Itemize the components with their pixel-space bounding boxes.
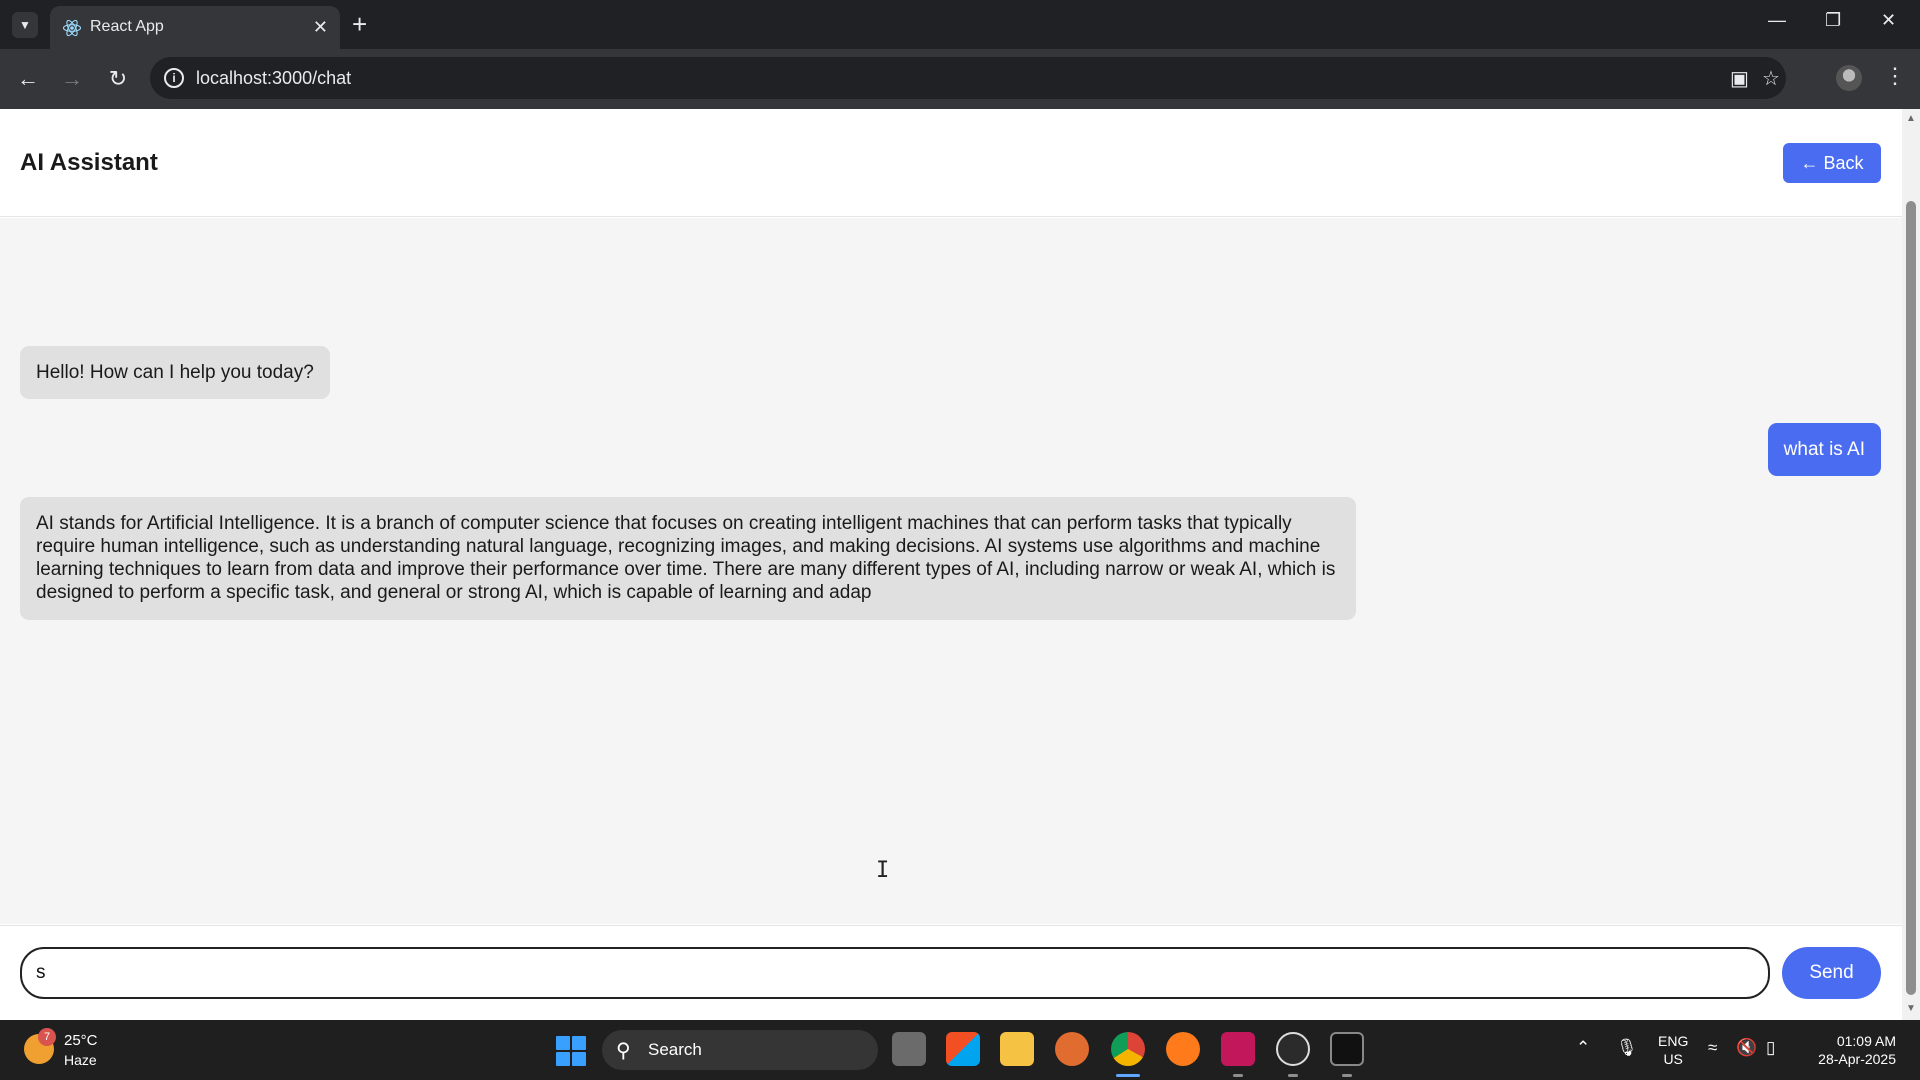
react-icon [62,19,82,37]
new-tab-icon[interactable]: + [352,10,367,38]
muted-speaker-icon[interactable]: 🔇 [1736,1038,1757,1058]
weather-badge: 7 [38,1028,56,1046]
windows-start-icon[interactable] [556,1036,586,1066]
scroll-thumb[interactable] [1906,201,1916,995]
intellij-icon[interactable] [1221,1032,1255,1066]
bot-message: Hello! How can I help you today? [20,346,330,399]
close-window-icon[interactable]: ✕ [1881,10,1896,31]
url-text[interactable]: localhost:3000/chat [196,68,351,89]
bot-message: AI stands for Artificial Intelligence. I… [20,497,1356,620]
browser-toolbar: ← → ↻ i localhost:3000/chat ▣ ☆ ⋮ [0,49,1920,109]
back-button[interactable]: ← Back [1783,143,1881,183]
task-view-icon[interactable] [892,1032,926,1066]
tab-search-button[interactable]: ▼ [12,12,38,38]
date: 28-Apr-2025 [1818,1051,1896,1067]
app-icon[interactable] [1276,1032,1310,1066]
file-explorer-icon[interactable] [1000,1032,1034,1066]
chevron-down-icon: ▼ [19,18,31,32]
restore-icon[interactable]: ❐ [1825,10,1841,31]
lang-line1: ENG [1658,1033,1689,1049]
page-scrollbar[interactable]: ▲ ▼ [1902,109,1920,1020]
weather-condition[interactable]: Haze [64,1052,97,1068]
star-icon[interactable]: ☆ [1762,66,1780,91]
forward-arrow-icon[interactable]: → [58,65,86,93]
store-icon[interactable] [946,1032,980,1066]
address-bar[interactable]: i localhost:3000/chat ▣ ☆ [150,57,1786,99]
page-title: AI Assistant [20,149,158,176]
avatar[interactable] [1836,65,1862,91]
search-label: Search [648,1040,702,1059]
running-indicator [1233,1074,1243,1077]
browser-tab[interactable]: React App ✕ [50,6,340,49]
menu-dots-icon[interactable]: ⋮ [1884,63,1906,89]
search-icon: ⚲ [616,1040,631,1062]
reload-icon[interactable]: ↻ [104,65,132,93]
chrome-icon[interactable] [1111,1032,1145,1066]
language-indicator[interactable]: ENG US [1658,1032,1688,1068]
scroll-down-icon[interactable]: ▼ [1906,1003,1916,1014]
taskbar: 7 25°C Haze ⚲ Search ⌃ 🎙 ENG US ≈ 🔇 ▯ 01… [0,1020,1920,1080]
weather-temperature[interactable]: 25°C [64,1032,98,1049]
battery-icon[interactable]: ▯ [1766,1038,1775,1058]
message-input[interactable] [20,947,1770,999]
page-viewport: AI Assistant ← Back Hello! How can I hel… [0,109,1902,1020]
scroll-up-icon[interactable]: ▲ [1906,113,1916,124]
running-indicator [1288,1074,1298,1077]
send-button[interactable]: Send [1782,947,1881,999]
browser-tab-bar: ▼ React App ✕ + — ❐ ✕ [0,0,1920,49]
terminal-icon[interactable] [1330,1032,1364,1066]
wifi-icon[interactable]: ≈ [1708,1038,1717,1058]
composer: Send [0,925,1902,1020]
back-arrow-icon[interactable]: ← [14,65,42,93]
chat-messages: Hello! How can I help you today? what is… [0,218,1902,924]
info-icon[interactable]: i [164,68,184,88]
active-indicator [1116,1074,1140,1077]
close-tab-icon[interactable]: ✕ [313,16,328,38]
tab-title: React App [90,18,164,35]
running-indicator [1342,1074,1352,1077]
install-icon[interactable]: ▣ [1730,66,1749,91]
clock[interactable]: 01:09 AM 28-Apr-2025 [1800,1032,1896,1068]
minimize-icon[interactable]: — [1768,10,1786,31]
app-icon[interactable] [1055,1032,1089,1066]
app-header: AI Assistant ← Back [0,109,1902,217]
lang-line2: US [1663,1051,1683,1067]
time: 01:09 AM [1836,1033,1896,1049]
taskbar-search[interactable]: ⚲ Search [602,1030,878,1070]
microphone-icon[interactable]: 🎙 [1616,1038,1638,1058]
firefox-icon[interactable] [1166,1032,1200,1066]
user-message: what is AI [1767,423,1881,476]
chevron-up-icon[interactable]: ⌃ [1576,1038,1590,1058]
text-cursor-icon: I [876,858,890,883]
